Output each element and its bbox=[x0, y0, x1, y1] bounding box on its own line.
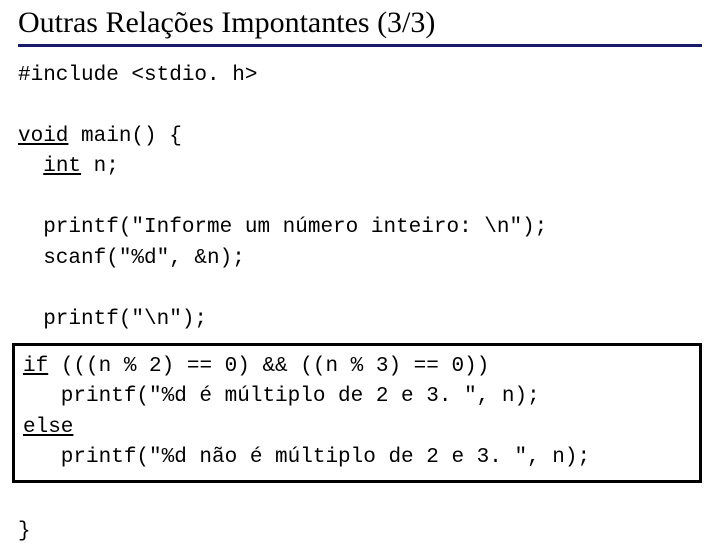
keyword-if: if bbox=[23, 355, 48, 378]
code-line: scanf("%d", &n); bbox=[18, 247, 245, 270]
code-line: printf("\n"); bbox=[18, 308, 207, 331]
code-line: printf("%d não é múltiplo de 2 e 3. ", n… bbox=[23, 446, 590, 469]
slide-title: Outras Relações Impontantes (3/3) bbox=[18, 6, 702, 47]
code-listing: #include <stdio. h> void main() { int n;… bbox=[18, 61, 702, 548]
code-line: printf("%d é múltiplo de 2 e 3. ", n); bbox=[23, 385, 540, 408]
code-line: printf("Informe um número inteiro: \n"); bbox=[18, 216, 547, 239]
code-line: #include <stdio. h> bbox=[18, 64, 257, 87]
keyword-else: else bbox=[23, 416, 73, 439]
highlight-box: if (((n % 2) == 0) && ((n % 3) == 0)) pr… bbox=[12, 343, 702, 483]
keyword-void: void bbox=[18, 125, 68, 148]
slide-content: Outras Relações Impontantes (3/3) #inclu… bbox=[0, 0, 720, 558]
code-text: main() { bbox=[68, 125, 181, 148]
keyword-int: int bbox=[43, 155, 81, 178]
code-text: n; bbox=[81, 155, 119, 178]
code-text: (((n % 2) == 0) && ((n % 3) == 0)) bbox=[48, 355, 489, 378]
